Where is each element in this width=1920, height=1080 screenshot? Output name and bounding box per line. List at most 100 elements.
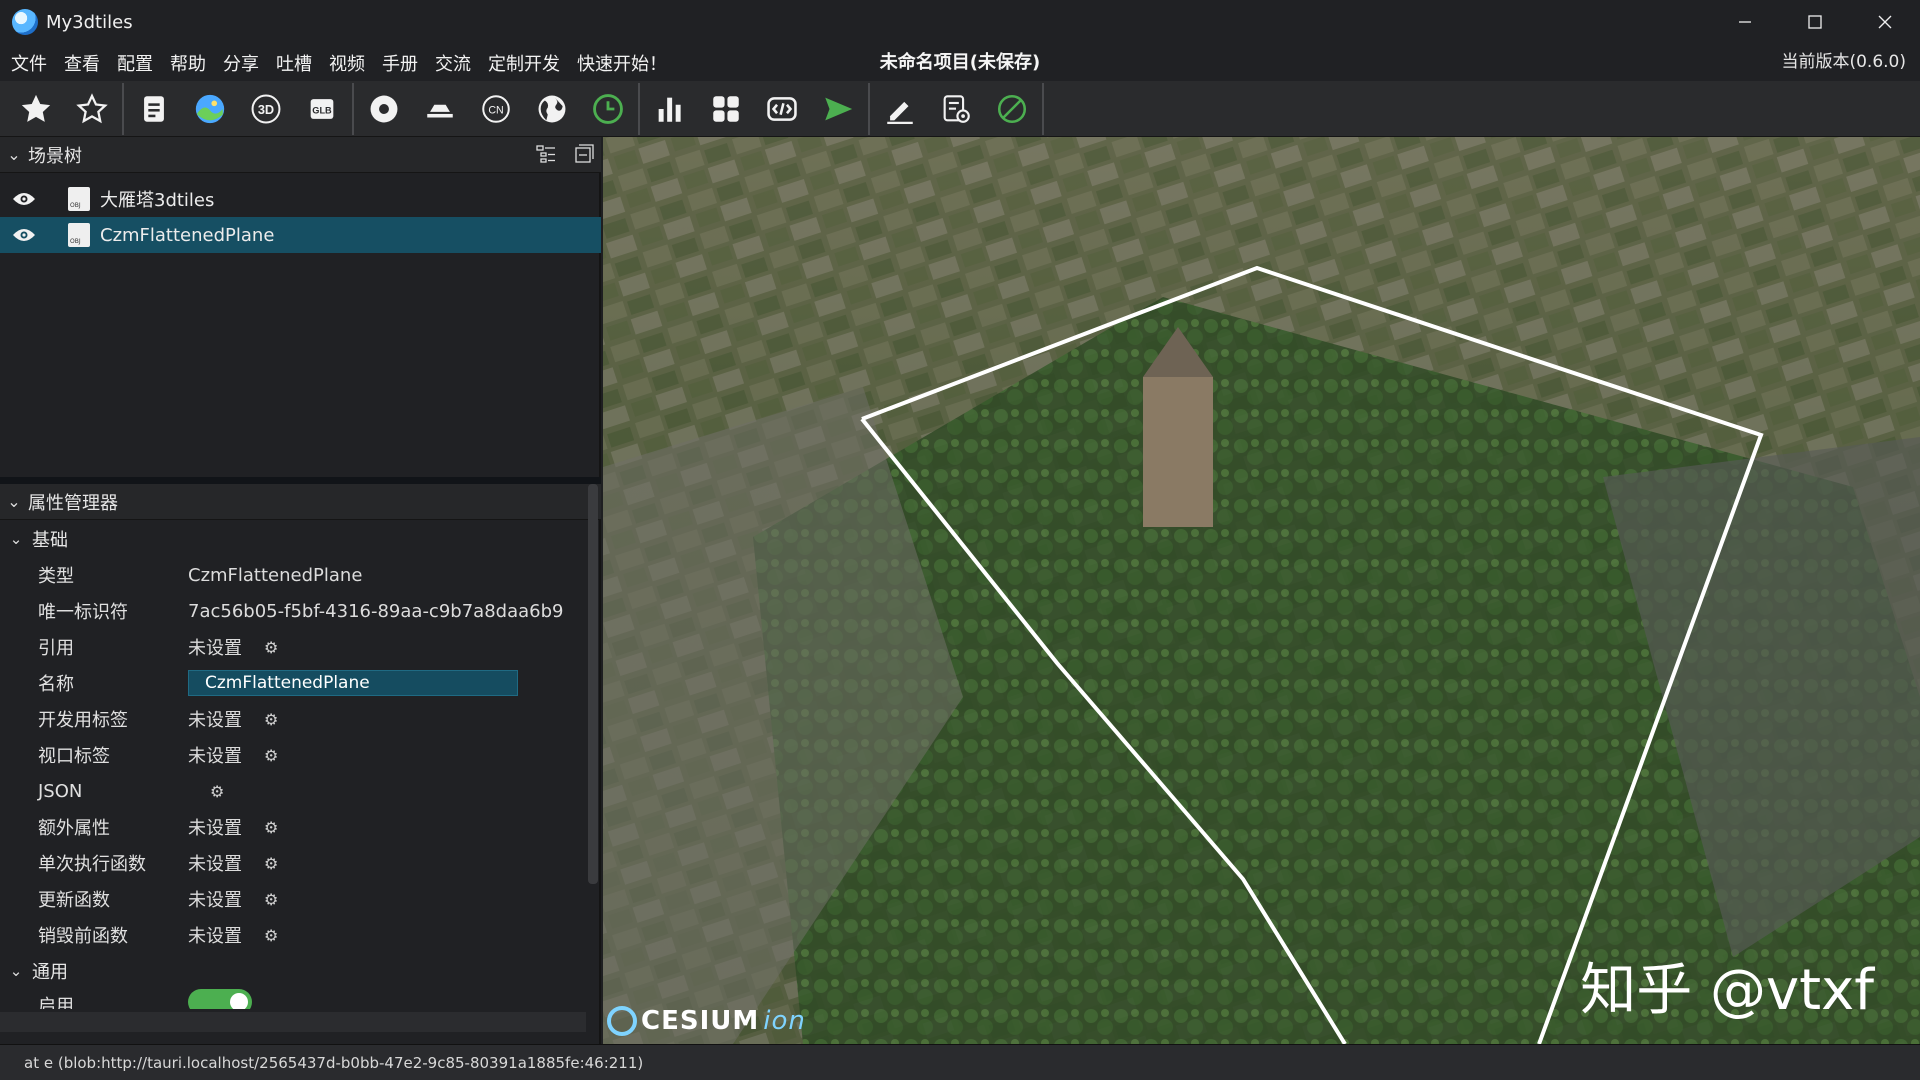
enable-toggle[interactable] xyxy=(188,989,252,1009)
document-button[interactable] xyxy=(126,83,182,135)
gear-icon[interactable]: ⚙ xyxy=(264,926,278,945)
visibility-toggle[interactable] xyxy=(12,227,40,243)
3d-tiles-button[interactable]: 3D xyxy=(238,83,294,135)
close-button[interactable] xyxy=(1850,0,1920,44)
disable-button[interactable] xyxy=(984,83,1040,135)
prop-value: 未设置 xyxy=(188,890,242,911)
chevron-down-icon[interactable]: ⌄ xyxy=(0,962,32,980)
window-controls xyxy=(1710,0,1920,44)
glb-button[interactable]: GLB xyxy=(294,83,350,135)
prop-value: 未设置 xyxy=(188,926,242,947)
menu-view[interactable]: 查看 xyxy=(58,50,106,76)
menu-share[interactable]: 分享 xyxy=(217,50,265,76)
grid-button[interactable] xyxy=(698,83,754,135)
eye-icon xyxy=(13,193,35,205)
scene-tree-item-selected[interactable]: CzmFlattenedPlane xyxy=(0,217,601,253)
maximize-icon xyxy=(1808,15,1822,29)
imagery-button[interactable] xyxy=(182,83,238,135)
menu-community[interactable]: 交流 xyxy=(429,50,477,76)
gear-icon[interactable]: ⚙ xyxy=(264,746,278,765)
menu-quick-start[interactable]: 快速开始！ xyxy=(571,50,673,76)
terrain-button[interactable] xyxy=(412,83,468,135)
watermark: 知乎 @vtxf xyxy=(1580,958,1874,1023)
status-bar: at e (blob:http://tauri.localhost/256543… xyxy=(0,1044,1920,1080)
chevron-down-icon[interactable]: ⌄ xyxy=(0,492,28,511)
app-logo-icon xyxy=(12,9,38,35)
prop-name: 单次执行函数 xyxy=(38,854,146,875)
globe-button[interactable] xyxy=(524,83,580,135)
prop-row-update-fn: 更新函数 未设置 ⚙ xyxy=(0,881,586,917)
gear-icon[interactable]: ⚙ xyxy=(210,782,224,801)
properties-title: 属性管理器 xyxy=(28,492,118,514)
scene-tree-header[interactable]: ⌄ 场景树 xyxy=(0,137,601,173)
group-common[interactable]: ⌄ 通用 xyxy=(0,953,68,989)
clock-button[interactable] xyxy=(580,83,636,135)
cn-button[interactable]: CN xyxy=(468,83,524,135)
collapse-all-icon[interactable] xyxy=(573,143,595,165)
code-button[interactable] xyxy=(754,83,810,135)
play-icon xyxy=(825,97,853,120)
chevron-down-icon[interactable]: ⌄ xyxy=(0,145,28,164)
prop-row-exec-once: 单次执行函数 未设置 ⚙ xyxy=(0,845,586,881)
prop-name: 名称 xyxy=(38,674,74,695)
properties-horizontal-scrollbar[interactable] xyxy=(0,1012,586,1032)
prop-name: 视口标签 xyxy=(38,746,110,767)
gear-icon[interactable]: ⚙ xyxy=(264,638,278,657)
menu-bar: 文件 查看 配置 帮助 分享 吐槽 视频 手册 交流 定制开发 快速开始！ 未命… xyxy=(0,44,1920,81)
menu-feedback[interactable]: 吐槽 xyxy=(270,50,318,76)
gear-icon[interactable]: ⚙ xyxy=(264,710,278,729)
settings-doc-button[interactable] xyxy=(928,83,984,135)
play-button[interactable] xyxy=(810,83,866,135)
minimize-button[interactable] xyxy=(1710,0,1780,44)
target-button[interactable] xyxy=(356,83,412,135)
grid-icon xyxy=(713,95,739,122)
prop-name: 唯一标识符 xyxy=(38,602,128,623)
cesium-ion-logo[interactable]: CESIUM ion xyxy=(607,1006,806,1036)
panel-splitter[interactable] xyxy=(0,477,601,484)
menu-video[interactable]: 视频 xyxy=(323,50,371,76)
globe-icon xyxy=(538,95,566,122)
gear-icon[interactable]: ⚙ xyxy=(264,854,278,873)
menu-manual[interactable]: 手册 xyxy=(376,50,424,76)
prop-name: 开发用标签 xyxy=(38,710,128,731)
svg-text:CN: CN xyxy=(488,104,503,116)
prop-name: JSON xyxy=(38,780,83,802)
menu-file[interactable]: 文件 xyxy=(5,50,53,76)
properties-header[interactable]: ⌄ 属性管理器 xyxy=(0,484,601,520)
cesium-logo-ion: ion xyxy=(763,1006,806,1036)
name-input[interactable]: CzmFlattenedPlane xyxy=(188,670,518,696)
scene-tree-item-label: CzmFlattenedPlane xyxy=(100,224,275,246)
maximize-button[interactable] xyxy=(1780,0,1850,44)
eye-icon xyxy=(13,229,35,241)
unfavorite-button[interactable] xyxy=(64,83,120,135)
scene-tree-item[interactable]: 大雁塔3dtiles xyxy=(0,181,601,217)
gear-icon[interactable]: ⚙ xyxy=(264,818,278,837)
favorite-button[interactable] xyxy=(8,83,64,135)
tree-view-icon[interactable] xyxy=(535,143,557,165)
properties-scrollbar[interactable] xyxy=(588,484,598,884)
edit-button[interactable] xyxy=(872,83,928,135)
target-icon xyxy=(370,95,398,122)
toolbar-separator xyxy=(638,82,640,135)
gear-icon[interactable]: ⚙ xyxy=(264,890,278,909)
chevron-down-icon[interactable]: ⌄ xyxy=(0,530,32,548)
group-basic-label: 基础 xyxy=(32,530,68,551)
3d-viewport[interactable]: CESIUM ion 知乎 @vtxf xyxy=(603,137,1920,1044)
title-bar: My3dtiles xyxy=(0,0,1920,44)
scene-tree-actions xyxy=(535,143,595,165)
prop-name: 销毁前函数 xyxy=(38,926,128,947)
menu-help[interactable]: 帮助 xyxy=(164,50,212,76)
settings-doc-icon xyxy=(943,94,970,123)
prop-value: 未设置 xyxy=(188,746,242,767)
document-icon xyxy=(144,95,164,122)
left-panel: ⌄ 场景树 大雁塔3dtiles CzmFlattenedPlane ⌄ 属性 xyxy=(0,137,601,1044)
visibility-toggle[interactable] xyxy=(12,191,40,207)
prop-row-name: 名称 CzmFlattenedPlane xyxy=(0,665,586,701)
menu-custom-dev[interactable]: 定制开发 xyxy=(482,50,566,76)
chart-button[interactable] xyxy=(642,83,698,135)
group-basic[interactable]: ⌄ 基础 xyxy=(0,521,68,557)
glb-icon: GLB xyxy=(310,98,334,119)
3d-icon: 3D xyxy=(251,94,281,123)
menu-config[interactable]: 配置 xyxy=(111,50,159,76)
prop-row-type: 类型 CzmFlattenedPlane xyxy=(0,557,586,593)
